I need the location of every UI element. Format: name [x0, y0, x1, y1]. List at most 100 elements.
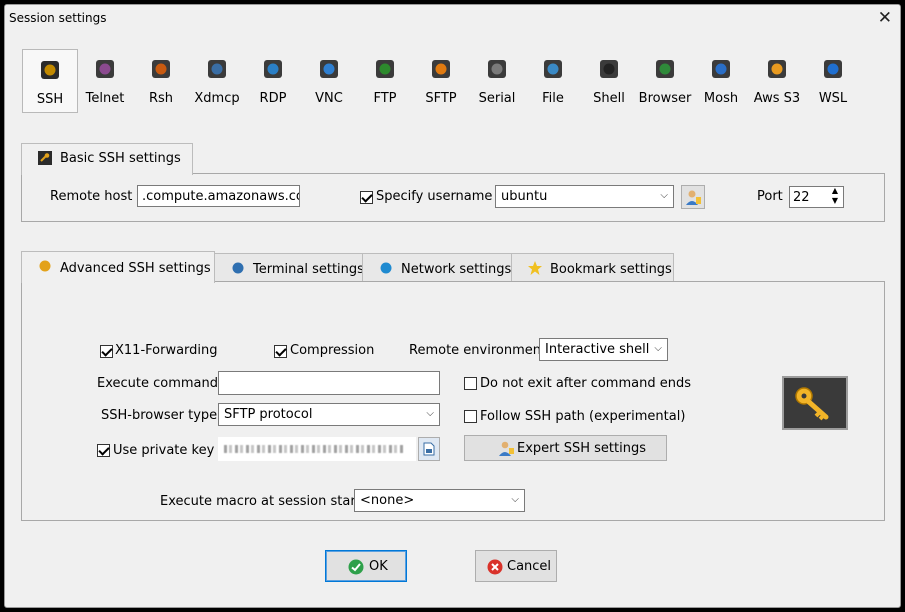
expert-ssh-settings-label: Expert SSH settings — [517, 441, 646, 456]
tab-terminal-settings[interactable]: Terminal settings — [214, 253, 364, 282]
aws-s3-icon — [768, 60, 786, 78]
ssh-icon — [41, 61, 59, 79]
ok-button[interactable]: OK — [325, 550, 407, 582]
sftp-icon — [432, 60, 450, 78]
user-manager-button[interactable] — [681, 185, 705, 209]
execute-command-input[interactable] — [218, 371, 440, 395]
session-type-browser[interactable]: Browser — [638, 49, 692, 111]
do-not-exit-checkbox[interactable] — [464, 377, 477, 390]
remote-environment-select[interactable]: Interactive shell ⌵ — [539, 338, 668, 361]
session-type-rdp[interactable]: RDP — [246, 49, 300, 111]
rdp-icon — [264, 60, 282, 78]
session-type-label: Mosh — [703, 91, 739, 106]
do-not-exit-label: Do not exit after command ends — [480, 376, 691, 391]
username-value: ubuntu — [501, 189, 548, 204]
port-stepper[interactable]: 22 ▲ ▼ — [789, 186, 844, 208]
close-icon[interactable]: ✕ — [878, 8, 892, 28]
follow-ssh-path-label: Follow SSH path (experimental) — [480, 409, 686, 424]
ok-label: OK — [369, 559, 388, 574]
user-icon — [686, 190, 701, 205]
compression-label: Compression — [290, 343, 375, 358]
ssh-browser-type-select[interactable]: SFTP protocol ⌵ — [218, 403, 440, 426]
session-type-label: WSL — [818, 91, 848, 106]
execute-command-label: Execute command: — [97, 376, 223, 391]
follow-ssh-path-checkbox[interactable] — [464, 410, 477, 423]
session-type-ftp[interactable]: FTP — [358, 49, 412, 111]
session-type-mosh[interactable]: Mosh — [694, 49, 748, 111]
chevron-down-icon: ⌵ — [426, 408, 434, 419]
session-type-rsh[interactable]: Rsh — [134, 49, 188, 111]
ssh-key-illustration — [782, 376, 848, 430]
rsh-icon — [152, 60, 170, 78]
cancel-label: Cancel — [507, 559, 552, 574]
port-label: Port — [757, 189, 783, 204]
session-type-vnc[interactable]: VNC — [302, 49, 356, 111]
execute-macro-label: Execute macro at session start: — [160, 494, 366, 509]
session-type-serial[interactable]: Serial — [470, 49, 524, 111]
wrench-icon — [38, 151, 52, 165]
ftp-icon — [376, 60, 394, 78]
session-type-label: Serial — [478, 91, 516, 106]
session-type-sftp[interactable]: SFTP — [414, 49, 468, 111]
session-type-aws-s3[interactable]: Aws S3 — [750, 49, 804, 111]
spin-arrows-icon[interactable]: ▲ ▼ — [832, 187, 838, 206]
session-type-xdmcp[interactable]: Xdmcp — [190, 49, 244, 111]
cancel-button[interactable]: Cancel — [475, 550, 557, 582]
session-settings-window: Session settings ✕ SSH Telnet Rsh Xdmcp RDP V… — [4, 4, 901, 608]
file-icon — [544, 60, 562, 78]
tab-label: Advanced SSH settings — [60, 261, 211, 276]
file-icon — [423, 442, 435, 456]
tab-basic-ssh-settings[interactable]: Basic SSH settings — [21, 143, 193, 175]
star-icon — [528, 261, 542, 275]
remote-host-input[interactable]: .compute.amazonaws.com — [137, 185, 300, 207]
session-type-label: File — [542, 91, 564, 106]
chevron-down-icon: ⌵ — [660, 190, 668, 201]
redacted-key-path — [224, 445, 404, 453]
session-type-label: Xdmcp — [194, 91, 240, 106]
x11-forwarding-label: X11-Forwarding — [115, 343, 218, 358]
basic-ssh-group: Remote host * .compute.amazonaws.com Spe… — [21, 173, 885, 222]
ssh-browser-type-value: SFTP protocol — [224, 407, 313, 422]
window-title: Session settings — [9, 11, 107, 25]
tab-label: Basic SSH settings — [60, 151, 181, 166]
chevron-down-icon: ⌵ — [511, 494, 519, 505]
cancel-icon — [487, 559, 503, 575]
advanced-ssh-group: X11-Forwarding Compression Remote enviro… — [21, 281, 885, 521]
remote-environment-value: Interactive shell — [545, 342, 650, 357]
x11-forwarding-checkbox[interactable] — [100, 345, 113, 358]
wsl-icon — [824, 60, 842, 78]
private-key-path-field[interactable] — [218, 437, 416, 461]
expert-ssh-settings-button[interactable]: Expert SSH settings — [464, 435, 667, 461]
session-type-label: Telnet — [85, 91, 125, 106]
shell-icon — [600, 60, 618, 78]
serial-icon — [488, 60, 506, 78]
specify-username-label: Specify username — [376, 189, 493, 204]
tab-advanced-ssh-settings[interactable]: Advanced SSH settings — [21, 251, 215, 283]
session-type-label: Aws S3 — [753, 91, 801, 106]
chevron-down-icon: ⌵ — [654, 343, 662, 354]
browse-key-button[interactable] — [418, 437, 440, 461]
session-type-file[interactable]: File — [526, 49, 580, 111]
session-type-label: Rsh — [148, 91, 174, 106]
user-icon — [499, 441, 514, 456]
session-type-shell[interactable]: Shell — [582, 49, 636, 111]
key-icon — [795, 387, 829, 421]
execute-macro-value: <none> — [360, 493, 415, 508]
tab-network-settings[interactable]: Network settings — [362, 253, 514, 282]
execute-macro-select[interactable]: <none> ⌵ — [354, 489, 525, 512]
specify-username-checkbox[interactable] — [360, 191, 373, 204]
username-select[interactable]: ubuntu ⌵ — [495, 185, 674, 208]
session-type-wsl[interactable]: WSL — [806, 49, 860, 111]
session-type-label: FTP — [373, 91, 397, 106]
port-value: 22 — [793, 190, 810, 205]
vnc-icon — [320, 60, 338, 78]
session-type-ssh[interactable]: SSH — [22, 49, 78, 113]
tab-label: Terminal settings — [253, 262, 364, 277]
remote-environment-label: Remote environment: — [409, 343, 551, 358]
mosh-icon — [712, 60, 730, 78]
use-private-key-checkbox[interactable] — [97, 444, 110, 457]
session-type-telnet[interactable]: Telnet — [78, 49, 132, 111]
compression-checkbox[interactable] — [274, 345, 287, 358]
tab-bookmark-settings[interactable]: Bookmark settings — [511, 253, 674, 282]
ssh-browser-type-label: SSH-browser type: — [101, 408, 222, 423]
